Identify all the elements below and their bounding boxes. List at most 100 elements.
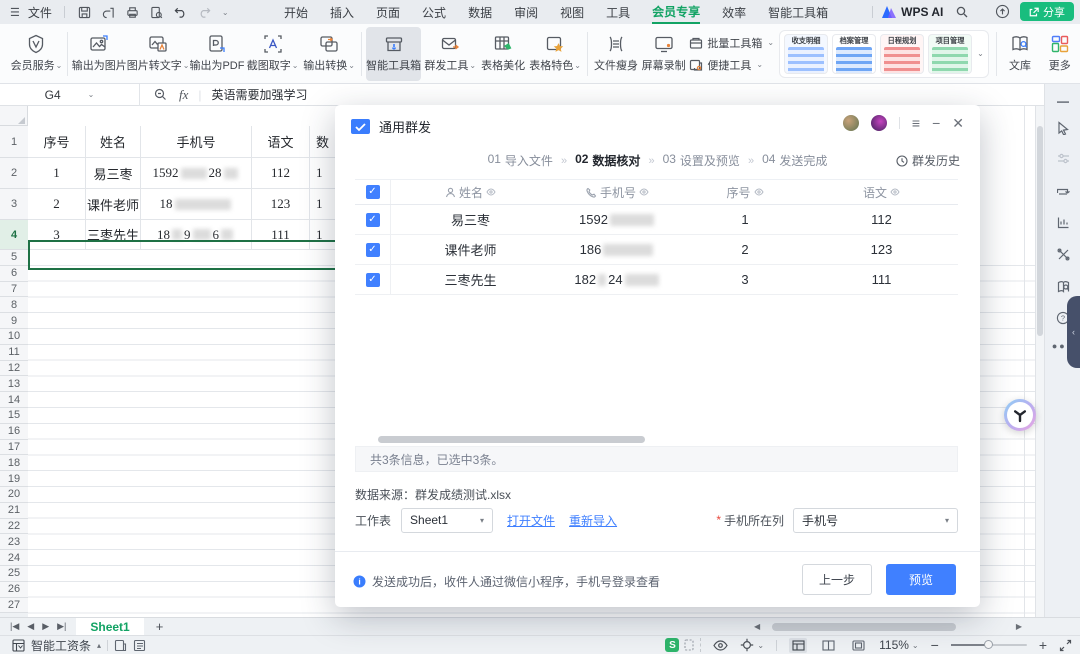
tab-view[interactable]: 视图: [560, 0, 584, 24]
column-name[interactable]: 姓名: [391, 180, 550, 204]
send-history-button[interactable]: 群发历史: [896, 152, 960, 169]
row-checkbox[interactable]: ✓: [355, 205, 391, 234]
zoom-in-icon[interactable]: +: [1039, 637, 1047, 653]
column-seq[interactable]: 序号: [685, 180, 805, 204]
preview-button[interactable]: 预览: [886, 564, 956, 595]
row-checkbox[interactable]: ✓: [355, 235, 391, 264]
row-header-11[interactable]: 11: [0, 345, 28, 361]
row-header-25[interactable]: 25: [0, 566, 28, 582]
collapse-panel-icon[interactable]: [1055, 94, 1071, 110]
tab-review[interactable]: 审阅: [514, 0, 538, 24]
step-settings[interactable]: 03设置及预览: [663, 152, 740, 169]
row-checkbox[interactable]: ✓: [355, 265, 391, 294]
file-slim-button[interactable]: 文件瘦身: [592, 27, 640, 81]
row-header-9[interactable]: 9: [0, 313, 28, 329]
row-header-7[interactable]: 7: [0, 282, 28, 298]
row-header-2[interactable]: 2: [0, 158, 28, 189]
wps-ai-label[interactable]: WPS AI: [901, 5, 943, 19]
print-preview-icon[interactable]: [149, 4, 165, 20]
tab-smart-toolbox[interactable]: 智能工具箱: [768, 0, 828, 24]
screenshot-text-button[interactable]: 截图取字⌄: [244, 27, 300, 81]
tab-data[interactable]: 数据: [468, 0, 492, 24]
sheet-tab-sheet1[interactable]: Sheet1: [76, 618, 143, 636]
next-sheet-icon[interactable]: ▶: [42, 621, 49, 632]
cell-a3[interactable]: 2: [28, 189, 86, 220]
table-row[interactable]: ✓ 三枣先生 18224 3 111: [355, 265, 958, 295]
row-header-3[interactable]: 3: [0, 189, 28, 220]
row-header-21[interactable]: 21: [0, 503, 28, 519]
member-services-button[interactable]: 会员服务⌄: [10, 27, 63, 81]
zoom-slider[interactable]: [951, 644, 1027, 646]
smart-payroll-button[interactable]: 智能工资条: [31, 637, 91, 654]
cell-b4[interactable]: 三枣先生: [86, 220, 141, 250]
first-sheet-icon[interactable]: |◀: [10, 621, 19, 632]
batch-toolbox-button[interactable]: 批量工具箱⌄: [689, 35, 774, 51]
cell-c1[interactable]: 手机号: [141, 126, 252, 158]
locate-icon[interactable]: ⌄: [740, 638, 764, 652]
last-sheet-icon[interactable]: ▶|: [57, 621, 66, 632]
view-normal-icon[interactable]: [789, 638, 807, 653]
step-verify[interactable]: 02数据核对: [575, 152, 640, 169]
export-image-button[interactable]: 输出为图片: [72, 27, 127, 81]
select-all-checkbox[interactable]: ✓: [355, 180, 391, 204]
cell-b1[interactable]: 姓名: [86, 126, 141, 158]
row-header-8[interactable]: 8: [0, 297, 28, 313]
cell-b3[interactable]: 课件老师: [86, 189, 141, 220]
eye-icon[interactable]: [890, 188, 900, 196]
cell-d2[interactable]: 112: [252, 158, 310, 189]
image-to-text-button[interactable]: 图片转文字⌄: [127, 27, 190, 81]
prev-sheet-icon[interactable]: ◀: [27, 621, 34, 632]
template-card-income[interactable]: 收支明细: [784, 34, 828, 74]
row-header-24[interactable]: 24: [0, 550, 28, 566]
export-icon[interactable]: [101, 4, 117, 20]
row-header-4[interactable]: 4: [0, 220, 28, 250]
horizontal-scrollbar-thumb[interactable]: [772, 623, 956, 631]
scroll-right-icon[interactable]: ▶: [1016, 622, 1022, 631]
reimport-link[interactable]: 重新导入: [569, 512, 617, 529]
loop-convert-icon[interactable]: [1055, 182, 1071, 198]
row-header-19[interactable]: 19: [0, 471, 28, 487]
row-header-1[interactable]: 1: [0, 126, 28, 158]
namebox-caret-icon[interactable]: ⌄: [88, 90, 95, 99]
search-icon[interactable]: [956, 6, 968, 18]
table-special-button[interactable]: 表格特色⌄: [527, 27, 583, 81]
zoom-formula-icon[interactable]: [154, 88, 167, 101]
undo-icon[interactable]: [173, 4, 189, 20]
export-convert-button[interactable]: 输出转换⌄: [301, 27, 357, 81]
cell-d1[interactable]: 语文: [252, 126, 310, 158]
template-card-schedule[interactable]: 日程规划: [880, 34, 924, 74]
row-header-18[interactable]: 18: [0, 455, 28, 471]
row-header-22[interactable]: 22: [0, 519, 28, 535]
zoom-level[interactable]: 115%⌄: [879, 638, 919, 652]
template-card-archive[interactable]: 档案管理: [832, 34, 876, 74]
phone-column-select[interactable]: 手机号 ▾: [793, 508, 958, 533]
print-icon[interactable]: [125, 4, 141, 20]
doc-outline-icon[interactable]: [133, 639, 146, 652]
cell-c4[interactable]: 1896: [141, 220, 252, 250]
row-header-17[interactable]: 17: [0, 440, 28, 456]
step-import[interactable]: 01导入文件: [488, 152, 553, 169]
chart-edit-icon[interactable]: [1055, 214, 1071, 230]
vertical-scrollbar-thumb[interactable]: [1037, 126, 1043, 336]
column-phone[interactable]: 手机号: [550, 180, 685, 204]
row-header-26[interactable]: 26: [0, 582, 28, 598]
zoom-slider-knob[interactable]: [984, 640, 993, 649]
cursor-select-icon[interactable]: [1055, 120, 1071, 136]
ai-assistant-float-button[interactable]: [1004, 399, 1036, 431]
row-header-16[interactable]: 16: [0, 424, 28, 440]
table-row[interactable]: ✓ 易三枣 1592 1 112: [355, 205, 958, 235]
formula-value[interactable]: 英语需要加强学习: [212, 86, 308, 103]
dialog-horizontal-scrollbar[interactable]: [378, 436, 645, 443]
document-search-icon[interactable]: [1055, 278, 1071, 294]
eye-icon[interactable]: [754, 188, 764, 196]
cell-c2[interactable]: 159228: [141, 158, 252, 189]
tab-efficiency[interactable]: 效率: [722, 0, 746, 24]
format-settings-icon[interactable]: [1055, 150, 1071, 166]
tab-insert[interactable]: 插入: [330, 0, 354, 24]
file-menu[interactable]: 文件: [28, 4, 52, 21]
row-header-13[interactable]: 13: [0, 376, 28, 392]
worksheet-select[interactable]: Sheet1 ▾: [401, 508, 493, 533]
zoom-out-icon[interactable]: −: [931, 637, 939, 653]
table-row[interactable]: ✓ 课件老师 186 2 123: [355, 235, 958, 265]
doc-assist-icon[interactable]: [114, 639, 127, 652]
